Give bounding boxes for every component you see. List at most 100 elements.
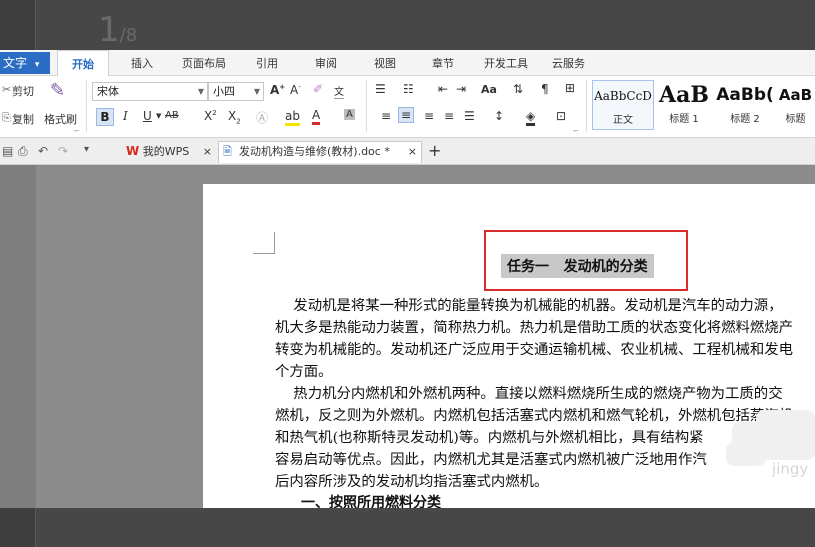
style-sample: AaB: [778, 86, 813, 104]
shrink-font-icon[interactable]: A-: [290, 83, 301, 97]
cut-button[interactable]: 剪切: [12, 83, 34, 99]
align-right-icon[interactable]: ≡: [424, 109, 434, 123]
tab-developer[interactable]: 开发工具: [484, 55, 528, 71]
watermark: jingy: [726, 410, 815, 496]
bold-button[interactable]: B: [96, 108, 114, 126]
show-marks-icon[interactable]: ¶: [541, 82, 549, 96]
font-size-value: 小四: [213, 85, 235, 98]
justify-icon[interactable]: ≡: [444, 109, 454, 123]
align-left-icon[interactable]: ≡: [381, 109, 391, 123]
paragraph-line[interactable]: 和热气机(也称斯特灵发动机)等。内燃机与外燃机相比，具有结构紧: [275, 427, 704, 449]
document-title[interactable]: 任务一 发动机的分类: [501, 254, 654, 278]
pinyin-guide-icon[interactable]: 文: [334, 83, 344, 99]
change-case-icon[interactable]: Aa: [481, 83, 497, 96]
strikethrough-button[interactable]: AB: [165, 110, 179, 121]
borders-icon[interactable]: ⊡: [556, 109, 566, 123]
decrease-indent-icon[interactable]: ⇤: [438, 82, 448, 96]
subscript-button[interactable]: X2: [228, 109, 241, 125]
paragraph-line[interactable]: 燃机，反之则为外燃机。内燃机包括活塞式内燃机和燃气轮机，外燃机包括蒸汽机: [275, 405, 793, 427]
customize-toolbar-icon[interactable]: ▾: [84, 144, 89, 155]
underline-button[interactable]: U: [143, 109, 152, 123]
document-page[interactable]: 任务一 发动机的分类 发动机是将某一种形式的能量转换为机械能的机器。发动机是汽车…: [203, 184, 815, 508]
tab-review[interactable]: 审阅: [315, 55, 337, 71]
tab-page-layout[interactable]: 页面布局: [182, 55, 226, 71]
app-menu-button[interactable]: 文字 ▾: [0, 52, 50, 74]
align-center-icon[interactable]: ≡: [398, 107, 415, 123]
tab-home[interactable]: 开始: [57, 50, 109, 77]
margin-marker: [253, 232, 275, 254]
copy-button[interactable]: 复制: [12, 111, 34, 127]
tab-my-wps[interactable]: W 我的WPS ×: [126, 141, 212, 163]
copy-icon[interactable]: ⎘: [2, 111, 11, 125]
undo-icon[interactable]: ↶: [38, 144, 48, 158]
line-spacing-icon[interactable]: ↕: [494, 109, 504, 123]
format-painter-icon[interactable]: ✎: [50, 80, 65, 101]
wps-logo-icon: W: [126, 144, 140, 158]
font-name-value: 宋体: [97, 85, 119, 98]
print-icon[interactable]: ▤: [2, 144, 13, 158]
style-sample: AaB: [659, 82, 709, 108]
styles-gallery: AaBbCcD 正文 AaB 标题 1 AaBb( 标题 2 AaB 标题: [592, 80, 815, 132]
bottom-backdrop: [0, 508, 815, 547]
font-size-select[interactable]: 小四 ▼: [208, 82, 264, 101]
paragraph-line[interactable]: 容易启动等优点。因此，内燃机尤其是活塞式内燃机被广泛地用作汽: [275, 449, 707, 471]
tab-cloud[interactable]: 云服务: [552, 55, 585, 71]
close-icon[interactable]: ×: [203, 145, 212, 158]
divider: [366, 80, 367, 132]
left-stripe: [0, 0, 36, 50]
document-icon: 🗎: [223, 145, 232, 158]
style-heading-2[interactable]: AaBb( 标题 2: [714, 80, 776, 130]
sort-icon[interactable]: ⇅: [513, 82, 523, 96]
divider: [586, 80, 587, 132]
watermark-text: jingy: [772, 460, 809, 478]
left-stripe: [0, 508, 36, 547]
grow-font-icon[interactable]: A+: [270, 83, 285, 97]
superscript-button[interactable]: X2: [204, 109, 217, 123]
numbered-list-icon[interactable]: ☷: [403, 82, 414, 96]
italic-button[interactable]: I: [123, 109, 128, 123]
bullet-list-icon[interactable]: ☰: [375, 82, 386, 96]
scissors-icon[interactable]: ✂: [2, 83, 11, 96]
tab-bar: ▤ ⎙ ↶ ↷ ▾ W 我的WPS × 🗎 发动机构造与维修(教材).doc *…: [0, 138, 815, 165]
format-painter-button[interactable]: 格式刷: [44, 111, 77, 127]
print-preview-icon[interactable]: ⎙: [18, 144, 28, 159]
style-name: 标题: [785, 114, 806, 125]
font-color-icon[interactable]: A: [312, 108, 321, 125]
text-effect-icon[interactable]: Ⓐ: [256, 109, 268, 126]
tab-references[interactable]: 引用: [256, 55, 278, 71]
dialog-launcher-icon[interactable]: ⌐: [573, 127, 579, 135]
dialog-launcher-icon[interactable]: ⌐: [74, 127, 80, 135]
tab-document[interactable]: 🗎 发动机构造与维修(教材).doc * ×: [218, 141, 422, 163]
paragraph-line[interactable]: 后内容所涉及的发动机均指活塞式内燃机。: [275, 471, 548, 493]
close-icon[interactable]: ×: [408, 142, 417, 162]
style-sample: AaBbCcD: [594, 89, 652, 103]
chevron-down-icon[interactable]: ▼: [156, 112, 161, 120]
paragraph-line[interactable]: 热力机分内燃机和外燃机两种。直接以燃料燃烧所生成的燃烧产物为工质的交: [275, 383, 782, 405]
increase-indent-icon[interactable]: ⇥: [456, 82, 466, 96]
style-sample: AaBb(: [716, 85, 774, 105]
distributed-icon[interactable]: ☰: [464, 109, 475, 123]
paragraph-line[interactable]: 发动机是将某一种形式的能量转换为机械能的机器。发动机是汽车的动力源，: [275, 295, 782, 317]
section-heading[interactable]: 一、按照所用燃料分类: [301, 492, 441, 508]
paragraph-line[interactable]: 转变为机械能的。发动机还广泛应用于交通运输机械、农业机械、工程机械和发电: [275, 339, 793, 361]
style-heading-1[interactable]: AaB 标题 1: [654, 80, 714, 130]
highlight-icon[interactable]: ab: [285, 109, 300, 126]
chevron-down-icon: ▾: [34, 60, 40, 70]
tab-insert[interactable]: 插入: [131, 55, 153, 71]
clear-format-icon[interactable]: ✐: [313, 82, 323, 96]
watermark-shape: [726, 442, 766, 466]
tab-view[interactable]: 视图: [374, 55, 396, 71]
char-shading-icon[interactable]: A: [344, 109, 355, 120]
paragraph-line[interactable]: 个方面。: [275, 361, 333, 383]
table-icon[interactable]: ⊞: [565, 81, 575, 95]
workspace-left-stripe: [0, 165, 36, 508]
new-tab-button[interactable]: +: [428, 141, 441, 163]
shading-icon[interactable]: ◈: [526, 109, 536, 126]
style-title[interactable]: AaB 标题: [776, 80, 815, 130]
tab-sections[interactable]: 章节: [432, 55, 454, 71]
redo-icon[interactable]: ↷: [58, 144, 68, 158]
paragraph-line[interactable]: 机大多是热能动力装置，简称热力机。热力机是借助工质的状态变化将燃料燃烧产: [275, 317, 793, 339]
menu-bar: 文字 ▾ 开始 插入 页面布局 引用 审阅 视图 章节 开发工具 云服务: [0, 50, 815, 77]
font-name-select[interactable]: 宋体 ▼: [92, 82, 208, 101]
style-normal[interactable]: AaBbCcD 正文: [592, 80, 654, 130]
